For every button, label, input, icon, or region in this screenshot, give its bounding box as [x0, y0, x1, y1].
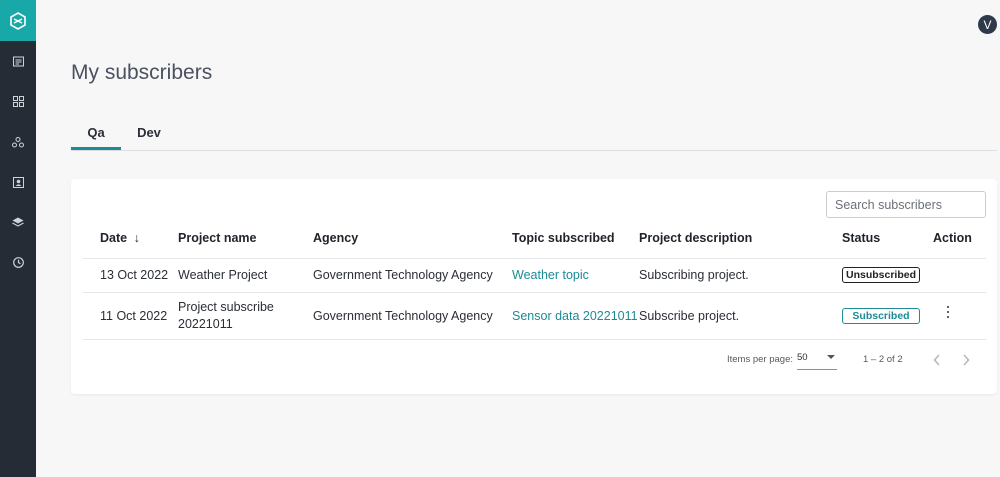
nav-layers[interactable]	[0, 210, 36, 234]
row1-agency: Government Technology Agency	[313, 268, 493, 282]
nav-catalog[interactable]	[0, 49, 36, 73]
row2-project-name: Project subscribe 20221011	[178, 299, 274, 333]
header-description: Project description	[639, 231, 753, 245]
nav-apps[interactable]	[0, 89, 36, 113]
row2-status-badge: Subscribed	[842, 308, 920, 324]
apps-icon	[12, 95, 24, 107]
tab-qa[interactable]: Qa	[71, 118, 121, 150]
header-status: Status	[842, 231, 881, 245]
header-date[interactable]: Date ↓	[100, 231, 140, 245]
layers-icon	[12, 217, 24, 227]
sort-down-icon: ↓	[133, 231, 140, 245]
items-per-page-label: Items per page:	[727, 354, 794, 365]
chevron-right-icon	[963, 354, 970, 366]
header-action: Action	[933, 231, 972, 245]
contacts-icon	[12, 176, 24, 188]
subscribers-card: Date ↓ Project name Agency Topic subscri…	[71, 179, 997, 394]
previous-page-button[interactable]	[930, 353, 944, 367]
nav-nodes[interactable]	[0, 130, 36, 154]
row2-topic-link[interactable]: Sensor data 20221011	[512, 308, 638, 325]
row1-topic-link[interactable]: Weather topic	[512, 267, 589, 284]
search-input[interactable]	[826, 191, 986, 218]
nodes-icon	[12, 136, 24, 147]
row2-agency: Government Technology Agency	[313, 309, 493, 323]
row-divider	[83, 292, 986, 293]
page-title: My subscribers	[71, 61, 213, 84]
sidebar	[0, 0, 36, 477]
logo-icon	[10, 11, 26, 30]
chevron-left-icon	[933, 354, 940, 366]
items-per-page-select[interactable]: 50	[797, 350, 837, 370]
environment-tabs: Qa Dev	[71, 118, 997, 151]
nav-history[interactable]	[0, 250, 36, 274]
header-project-name: Project name	[178, 231, 257, 245]
catalog-icon	[12, 56, 24, 66]
nav-contacts[interactable]	[0, 170, 36, 194]
row1-project-name: Weather Project	[178, 268, 268, 282]
row1-status-badge: Unsubscribed	[842, 267, 920, 283]
items-per-page-value: 50	[797, 352, 808, 363]
row2-description: Subscribe project.	[639, 309, 740, 323]
header-divider	[83, 258, 986, 259]
tab-dev[interactable]: Dev	[131, 118, 167, 150]
row2-date: 11 Oct 2022	[100, 309, 168, 323]
row2-project-name-line2: 20221011	[178, 317, 233, 331]
header-topic: Topic subscribed	[512, 231, 615, 245]
app-logo[interactable]	[0, 0, 36, 41]
row-divider	[83, 339, 986, 340]
row2-project-name-line1: Project subscribe	[178, 300, 274, 314]
pagination-range: 1 – 2 of 2	[863, 354, 903, 365]
header-agency: Agency	[313, 231, 359, 245]
row1-date: 13 Oct 2022	[100, 268, 169, 282]
row2-more-icon[interactable]	[944, 306, 952, 318]
row1-description: Subscribing project.	[639, 268, 749, 282]
user-avatar[interactable]: V	[978, 15, 997, 34]
next-page-button[interactable]	[959, 353, 973, 367]
dropdown-caret-icon	[827, 355, 835, 359]
clock-icon	[12, 256, 24, 268]
header-date-label: Date	[100, 231, 128, 245]
